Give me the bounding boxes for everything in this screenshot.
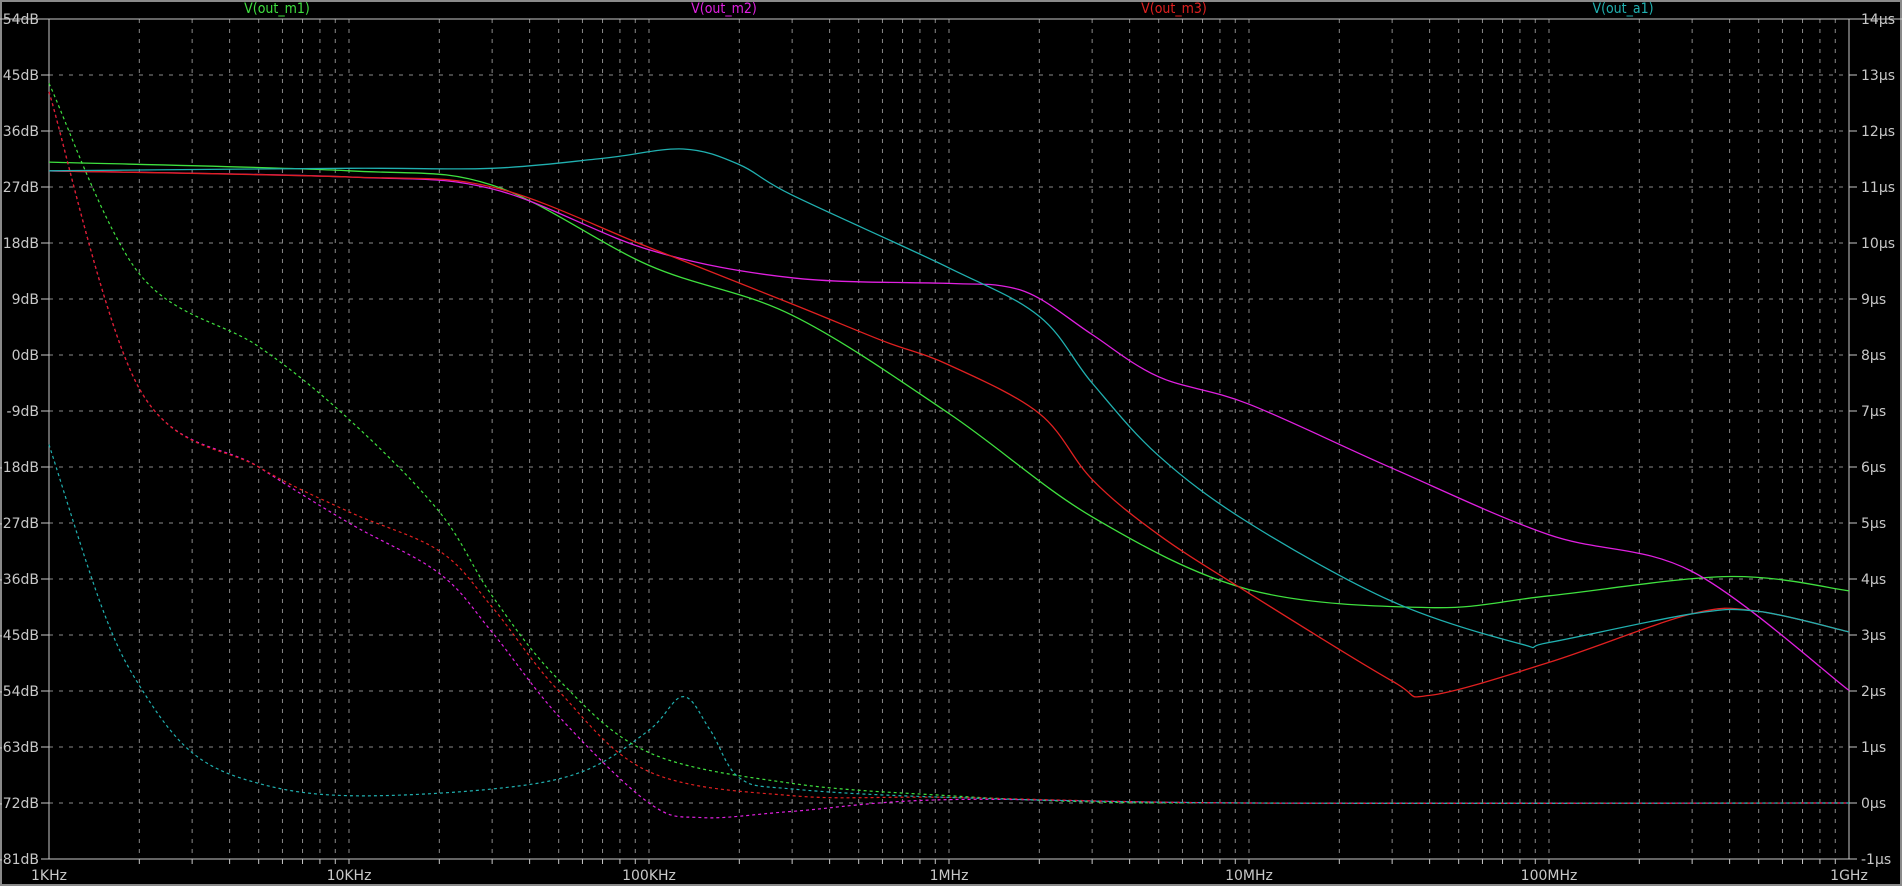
x-tick-label: 1KHz <box>31 868 67 884</box>
left-tick-label: -18dB <box>0 460 39 476</box>
left-tick-label: -45dB <box>0 628 39 644</box>
axis-ticks: 54dB 14µs 45dB 13µs 36dB 12µs 27dB 11µs 18dB 10µs… <box>0 12 1902 884</box>
x-tick-label: 100MHz <box>1521 868 1578 884</box>
right-tick-label: 1µs <box>1861 740 1886 756</box>
legend-label-v-out-m2: V(out_m2) <box>691 1 757 17</box>
left-tick-label: -9dB <box>7 404 39 420</box>
left-tick-label: 45dB <box>3 68 39 84</box>
right-tick-label: 11µs <box>1861 180 1895 196</box>
x-tick-label: 100KHz <box>622 868 676 884</box>
right-tick-label: 10µs <box>1861 236 1895 252</box>
x-tick-label: 1GHz <box>1830 868 1868 884</box>
left-tick-label: 18dB <box>3 236 39 252</box>
x-tick-label: 1MHz <box>930 868 969 884</box>
right-tick-label: 2µs <box>1861 684 1886 700</box>
left-tick-label: -72dB <box>0 796 39 812</box>
left-tick-label: -36dB <box>0 572 39 588</box>
right-tick-label: -1µs <box>1861 852 1891 868</box>
left-tick-label: 36dB <box>3 124 39 140</box>
legend-label-v-out-a1: V(out_a1) <box>1592 1 1653 17</box>
left-tick-label: -54dB <box>0 684 39 700</box>
bode-plot: 54dB 14µs 45dB 13µs 36dB 12µs 27dB 11µs 18dB 10µs… <box>0 1 1902 884</box>
legend-label-v-out-m1: V(out_m1) <box>244 1 310 17</box>
legend-label-v-out-m3: V(out_m3) <box>1141 1 1207 17</box>
left-tick-label: -63dB <box>0 740 39 756</box>
right-tick-label: 7µs <box>1861 404 1886 420</box>
right-tick-label: 5µs <box>1861 516 1886 532</box>
right-tick-label: 9µs <box>1861 292 1886 308</box>
left-tick-label: 27dB <box>3 180 39 196</box>
left-tick-label: -27dB <box>0 516 39 532</box>
x-tick-label: 10MHz <box>1225 868 1273 884</box>
legend: V(out_m1) V(out_m2) V(out_m3) V(out_a1) <box>244 1 1653 17</box>
right-tick-label: 4µs <box>1861 572 1886 588</box>
x-tick-label: 10KHz <box>327 868 372 884</box>
right-tick-label: 3µs <box>1861 628 1886 644</box>
right-tick-label: 13µs <box>1861 68 1895 84</box>
grid <box>49 19 1849 859</box>
left-tick-label: 0dB <box>12 348 39 364</box>
left-tick-label: -81dB <box>0 852 39 868</box>
left-tick-label: 9dB <box>12 292 39 308</box>
group-delay-curve-v-out-m3 <box>48 91 1850 804</box>
right-tick-label: 14µs <box>1861 12 1895 28</box>
right-tick-label: 8µs <box>1861 348 1886 364</box>
right-tick-label: 0µs <box>1861 796 1886 812</box>
right-tick-label: 12µs <box>1861 124 1895 140</box>
left-tick-label: 54dB <box>3 12 39 28</box>
right-tick-label: 6µs <box>1861 460 1886 476</box>
